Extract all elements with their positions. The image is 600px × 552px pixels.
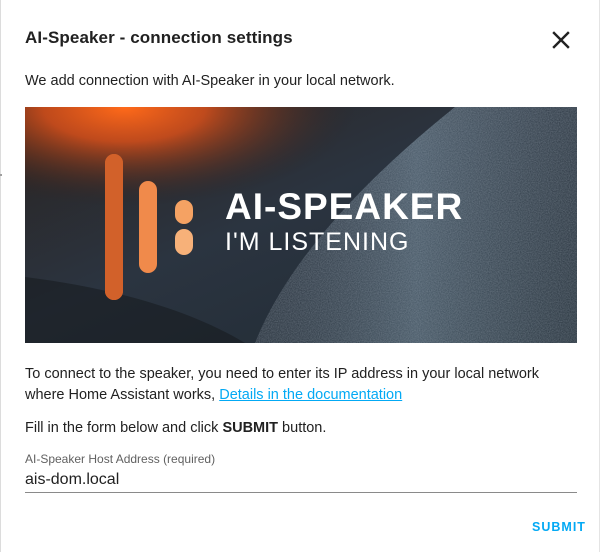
- close-button[interactable]: [545, 24, 577, 56]
- banner-tagline-text: I'M LISTENING: [225, 228, 409, 256]
- close-icon: [552, 31, 570, 49]
- logo-bar-1: [105, 154, 123, 300]
- form-hint-submit-word: SUBMIT: [222, 420, 279, 436]
- form-hint-suffix: button.: [278, 420, 327, 436]
- dialog-intro-text: We add connection with AI-Speaker in you…: [25, 73, 395, 89]
- logo-bar-2: [139, 181, 157, 273]
- host-address-field: AI-Speaker Host Address (required): [25, 450, 577, 494]
- documentation-link[interactable]: Details in the documentation: [219, 387, 402, 403]
- banner-graphic: AI-SPEAKER I'M LISTENING: [25, 107, 577, 343]
- form-hint-paragraph: Fill in the form below and click SUBMIT …: [25, 420, 326, 436]
- banner-brand-text: AI-SPEAKER: [225, 186, 463, 227]
- instructions-paragraph: To connect to the speaker, you need to e…: [25, 364, 575, 406]
- submit-button[interactable]: SUBMIT: [524, 512, 594, 542]
- connection-dialog: AI-Speaker - connection settings We add …: [0, 0, 600, 552]
- logo-bar-3b: [175, 229, 193, 255]
- left-edge-divider: [0, 0, 1, 552]
- host-address-input[interactable]: [25, 468, 577, 492]
- host-address-label: AI-Speaker Host Address (required): [25, 452, 216, 466]
- host-address-underline: [25, 492, 577, 493]
- dialog-title: AI-Speaker - connection settings: [25, 28, 293, 47]
- logo-bar-3a: [175, 200, 193, 224]
- form-hint-prefix: Fill in the form below and click: [25, 420, 223, 436]
- edge-marker: [0, 174, 2, 176]
- ai-speaker-banner-image: AI-SPEAKER I'M LISTENING: [25, 107, 577, 343]
